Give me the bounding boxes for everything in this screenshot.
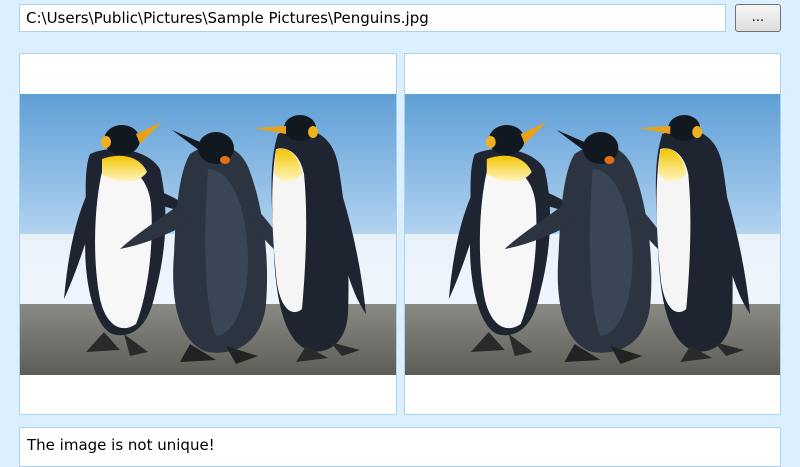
browse-button[interactable]: ... <box>735 4 781 32</box>
penguins-photo-right <box>405 94 780 375</box>
status-message: The image is not unique! <box>27 436 215 454</box>
penguins-photo-left <box>20 94 396 375</box>
file-path-input[interactable] <box>19 4 726 32</box>
right-image-panel <box>404 53 781 415</box>
left-image-panel <box>19 53 397 415</box>
status-message-box: The image is not unique! <box>19 427 781 467</box>
